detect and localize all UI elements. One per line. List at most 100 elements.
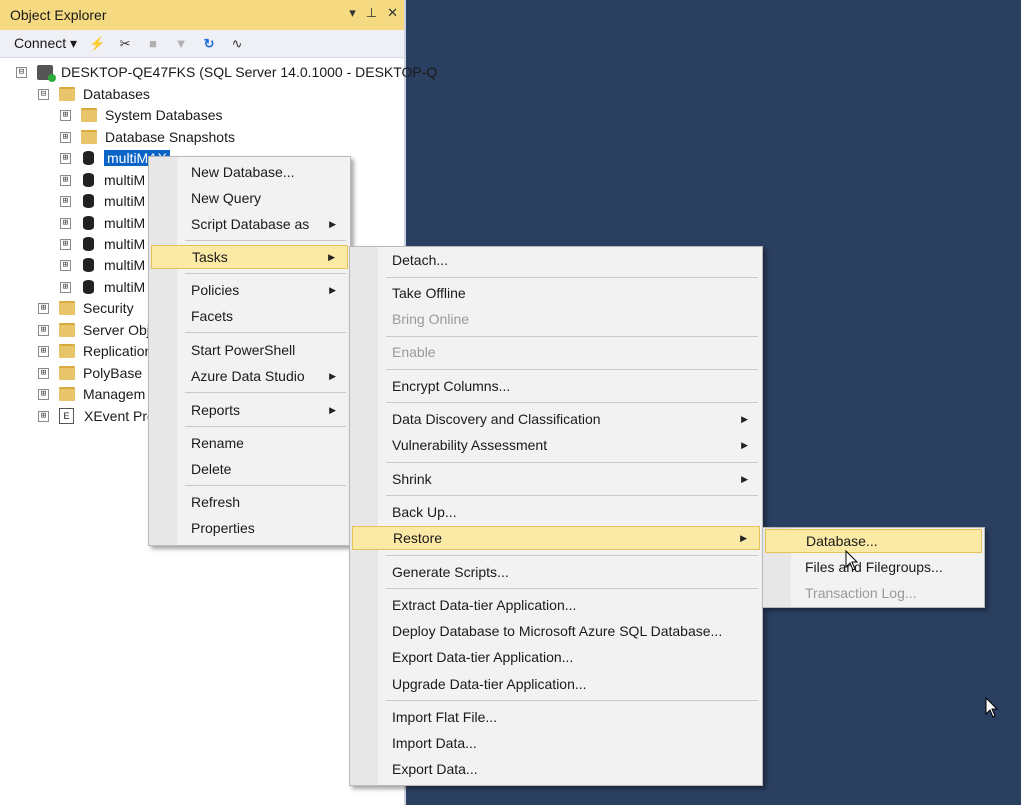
tree-node-replication[interactable]: ⊞ Replication (38, 341, 152, 361)
tree-node-xevent[interactable]: ⊞ E XEvent Pro (38, 406, 155, 426)
expand-icon[interactable]: ⊞ (38, 367, 49, 379)
menu-item-label: Restore (393, 530, 443, 546)
tree-node-database[interactable]: ⊞ multiM (60, 234, 145, 254)
expand-icon[interactable]: ⊞ (60, 109, 71, 121)
tree-node-polybase[interactable]: ⊞ PolyBase (38, 363, 142, 383)
tree-node-database[interactable]: ⊞ multiM (60, 213, 145, 233)
menu-item-data-discovery[interactable]: Data Discovery and Classification ▶ (352, 407, 760, 431)
database-label: multiM (104, 193, 146, 209)
menu-item-script-database-as[interactable]: Script Database as ▶ (151, 212, 348, 236)
menu-separator (386, 495, 758, 496)
menu-separator (386, 402, 758, 403)
menu-item-label: Data Discovery and Classification (392, 411, 601, 427)
menu-item-extract-dac[interactable]: Extract Data-tier Application... (352, 593, 760, 617)
tree-node-database[interactable]: ⊞ multiM (60, 170, 145, 190)
tree-node-database-snapshots[interactable]: ⊞ Database Snapshots (60, 127, 235, 147)
submenu-arrow-icon: ▶ (740, 532, 747, 543)
submenu-arrow-icon: ▶ (741, 439, 748, 450)
expand-icon[interactable]: ⊞ (60, 259, 71, 271)
menu-item-rename[interactable]: Rename (151, 431, 348, 455)
menu-item-refresh[interactable]: Refresh (151, 490, 348, 514)
database-icon (83, 194, 94, 208)
expand-icon[interactable]: ⊞ (60, 281, 71, 293)
expand-icon[interactable]: ⊞ (38, 388, 49, 400)
folder-icon (81, 108, 97, 122)
connect-button[interactable]: Connect ▾ (14, 35, 77, 52)
menu-item-label: Shrink (392, 471, 432, 487)
filter-icon[interactable]: ▼ (173, 36, 189, 52)
menu-item-back-up[interactable]: Back Up... (352, 500, 760, 524)
menu-item-encrypt-columns[interactable]: Encrypt Columns... (352, 374, 760, 398)
stop-icon[interactable]: ■ (145, 36, 161, 52)
menu-item-import-data[interactable]: Import Data... (352, 731, 760, 755)
tree-node-server[interactable]: ⊟ DESKTOP-QE47FKS (SQL Server 14.0.1000 … (16, 62, 437, 82)
folder-icon (59, 387, 75, 401)
pin-icon[interactable]: ⊥ (366, 5, 377, 21)
connect-plug-icon[interactable]: ⚡ (89, 36, 105, 52)
collapse-icon[interactable]: ⊟ (16, 66, 27, 78)
menu-item-import-flat-file[interactable]: Import Flat File... (352, 705, 760, 729)
close-icon[interactable]: ✕ (387, 5, 398, 21)
expand-icon[interactable]: ⊞ (38, 302, 49, 314)
tree-node-database[interactable]: ⊞ multiM (60, 255, 145, 275)
expand-icon[interactable]: ⊞ (38, 324, 49, 336)
database-label: multiM (104, 257, 146, 273)
tree-node-database[interactable]: ⊞ multiM (60, 277, 145, 297)
menu-separator (386, 277, 758, 278)
menu-item-detach[interactable]: Detach... (352, 248, 760, 272)
menu-item-upgrade-dac[interactable]: Upgrade Data-tier Application... (352, 672, 760, 696)
databases-label: Databases (83, 86, 150, 102)
tree-node-system-databases[interactable]: ⊞ System Databases (60, 105, 223, 125)
expand-icon[interactable]: ⊞ (60, 238, 71, 250)
xevent-icon: E (59, 408, 74, 424)
menu-item-export-dac[interactable]: Export Data-tier Application... (352, 645, 760, 669)
expand-icon[interactable]: ⊞ (60, 152, 71, 164)
menu-item-export-data[interactable]: Export Data... (352, 757, 760, 781)
menu-item-shrink[interactable]: Shrink ▶ (352, 467, 760, 491)
menu-item-generate-scripts[interactable]: Generate Scripts... (352, 560, 760, 584)
refresh-icon[interactable]: ↻ (201, 36, 217, 52)
menu-item-tasks[interactable]: Tasks ▶ (151, 245, 348, 269)
database-icon (83, 237, 94, 251)
menu-item-delete[interactable]: Delete (151, 457, 348, 481)
menu-item-reports[interactable]: Reports ▶ (151, 398, 348, 422)
tree-node-server-objects[interactable]: ⊞ Server Obj (38, 320, 150, 340)
folder-icon (59, 323, 75, 337)
menu-item-new-database[interactable]: New Database... (151, 160, 348, 184)
system-databases-label: System Databases (105, 107, 223, 123)
expand-icon[interactable]: ⊞ (38, 345, 49, 357)
expand-icon[interactable]: ⊞ (60, 217, 71, 229)
menu-item-enable: Enable (392, 344, 436, 360)
menu-item-take-offline[interactable]: Take Offline (352, 281, 760, 305)
expand-icon[interactable]: ⊞ (60, 174, 71, 186)
menu-item-start-powershell[interactable]: Start PowerShell (151, 338, 348, 362)
tree-node-management[interactable]: ⊞ Managem (38, 384, 145, 404)
expand-icon[interactable]: ⊞ (60, 195, 71, 207)
menu-item-vulnerability-assessment[interactable]: Vulnerability Assessment ▶ (352, 433, 760, 457)
menu-item-deploy-azure[interactable]: Deploy Database to Microsoft Azure SQL D… (352, 619, 760, 643)
dropdown-icon[interactable]: ▾ (349, 5, 356, 21)
menu-item-restore-database[interactable]: Database... (765, 529, 982, 553)
menu-item-properties[interactable]: Properties (151, 516, 348, 540)
collapse-icon[interactable]: ⊟ (38, 88, 49, 100)
database-label: multiM (104, 215, 146, 231)
folder-icon (59, 344, 75, 358)
menu-item-facets[interactable]: Facets (151, 304, 348, 328)
submenu-arrow-icon: ▶ (741, 473, 748, 484)
menu-item-new-query[interactable]: New Query (151, 186, 348, 210)
database-icon (83, 173, 94, 187)
menu-item-azure-data-studio[interactable]: Azure Data Studio ▶ (151, 364, 348, 388)
expand-icon[interactable]: ⊞ (60, 131, 71, 143)
menu-item-files-filegroups[interactable]: Files and Filegroups... (765, 555, 982, 579)
tree-node-databases[interactable]: ⊟ Databases (38, 84, 150, 104)
activity-monitor-icon[interactable]: ∿ (229, 36, 245, 52)
menu-item-policies[interactable]: Policies ▶ (151, 278, 348, 302)
tree-node-database[interactable]: ⊞ multiM (60, 191, 145, 211)
folder-icon (59, 366, 75, 380)
menu-separator (386, 462, 758, 463)
disconnect-icon[interactable]: ✂ (117, 36, 133, 52)
tree-node-security[interactable]: ⊞ Security (38, 298, 134, 318)
menu-item-restore[interactable]: Restore ▶ (352, 526, 760, 550)
expand-icon[interactable]: ⊞ (38, 410, 49, 422)
panel-title-bar: Object Explorer ▾ ⊥ ✕ (0, 0, 404, 30)
